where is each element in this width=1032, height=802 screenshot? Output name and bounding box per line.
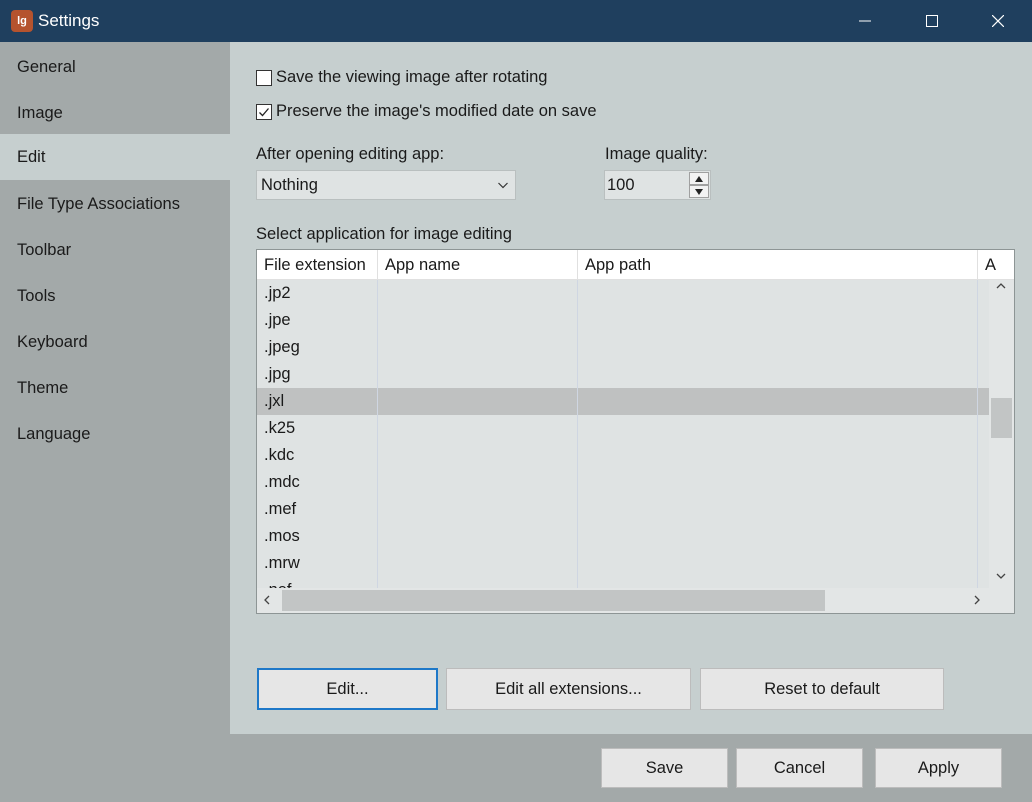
- chevron-left-icon[interactable]: [263, 595, 271, 605]
- table-row[interactable]: .jpe: [257, 307, 989, 334]
- file-extension-cell: .mos: [264, 527, 300, 545]
- edit-all-extensions-button[interactable]: Edit all extensions...: [446, 668, 691, 710]
- sidebar-item-tools[interactable]: Tools: [0, 273, 230, 319]
- table-row[interactable]: .mos: [257, 523, 989, 550]
- horizontal-scrollbar[interactable]: [257, 588, 1014, 613]
- apply-button[interactable]: Apply: [875, 748, 1002, 788]
- title-bar: lg Settings: [0, 0, 1032, 42]
- select-app-label: Select application for image editing: [256, 225, 512, 243]
- after-opening-label: After opening editing app:: [256, 145, 445, 163]
- sidebar-item-label: Toolbar: [17, 240, 72, 259]
- sidebar-item-file-type-associations[interactable]: File Type Associations: [0, 181, 230, 227]
- file-extension-cell: .kdc: [264, 446, 295, 464]
- sidebar-item-label: Image: [17, 103, 63, 122]
- increment-button[interactable]: [689, 172, 709, 185]
- after-opening-select[interactable]: Nothing: [256, 170, 516, 200]
- editing-apps-table: File extension App name App path A .jp2.…: [256, 249, 1015, 614]
- after-opening-value: Nothing: [261, 175, 318, 194]
- column-divider: [577, 280, 578, 588]
- file-extension-cell: .k25: [264, 419, 296, 437]
- chevron-down-icon: [498, 182, 508, 189]
- chevron-right-icon[interactable]: [973, 595, 981, 605]
- sidebar: General Image Edit File Type Association…: [0, 42, 230, 802]
- file-extension-cell: .mdc: [264, 473, 300, 491]
- vertical-scrollbar[interactable]: [989, 280, 1014, 588]
- table-row[interactable]: .kdc: [257, 442, 989, 469]
- save-button[interactable]: Save: [601, 748, 728, 788]
- close-button[interactable]: [965, 0, 1031, 42]
- preserve-modified-date-checkbox[interactable]: [256, 103, 272, 120]
- file-extension-cell: .jpg: [264, 365, 291, 383]
- sidebar-item-edit[interactable]: Edit: [0, 134, 230, 180]
- arrow-down-icon: [695, 188, 703, 195]
- table-row[interactable]: .nef: [257, 577, 989, 588]
- table-row[interactable]: .mdc: [257, 469, 989, 496]
- horizontal-scroll-thumb[interactable]: [282, 590, 825, 611]
- sidebar-item-keyboard[interactable]: Keyboard: [0, 319, 230, 365]
- table-row[interactable]: .k25: [257, 415, 989, 442]
- file-extension-cell: .jpeg: [264, 338, 300, 356]
- table-row[interactable]: .jpeg: [257, 334, 989, 361]
- window-title: Settings: [38, 11, 100, 30]
- file-extension-cell: .jpe: [264, 311, 291, 329]
- sidebar-item-label: File Type Associations: [17, 194, 180, 213]
- minimize-button[interactable]: [832, 0, 898, 42]
- image-quality-value[interactable]: 100: [607, 176, 635, 195]
- reset-to-default-button[interactable]: Reset to default: [700, 668, 944, 710]
- checkmark-icon: [259, 107, 269, 116]
- minimize-icon: [859, 20, 871, 22]
- decrement-button[interactable]: [689, 185, 709, 198]
- file-extension-cell: .jxl: [264, 392, 285, 410]
- table-body: .jp2 .jpe .jpeg .jpg .jxl .k25 .kdc .mdc .mef .mo…: [257, 280, 989, 588]
- preserve-modified-date-label: Preserve the image's modified date on sa…: [276, 102, 597, 120]
- preserve-modified-date-option[interactable]: Preserve the image's modified date on sa…: [256, 102, 597, 121]
- app-icon-text: lg: [17, 15, 27, 27]
- save-after-rotating-label: Save the viewing image after rotating: [276, 68, 548, 86]
- footer-bar: Save Cancel Apply: [0, 734, 1032, 802]
- sidebar-item-toolbar[interactable]: Toolbar: [0, 227, 230, 273]
- close-icon: [992, 15, 1004, 27]
- sidebar-item-general[interactable]: General: [0, 44, 230, 90]
- sidebar-item-language[interactable]: Language: [0, 411, 230, 457]
- sidebar-item-label: Edit: [17, 147, 46, 166]
- vertical-scroll-thumb[interactable]: [991, 398, 1012, 438]
- table-header: File extension App name App path A: [257, 250, 1014, 280]
- chevron-down-icon[interactable]: [996, 572, 1006, 580]
- header-app-name[interactable]: App name: [378, 250, 578, 280]
- sidebar-item-label: Tools: [17, 286, 56, 305]
- sidebar-item-label: Theme: [17, 378, 69, 397]
- image-quality-stepper[interactable]: 100: [604, 170, 711, 200]
- arrow-up-icon: [695, 175, 703, 182]
- file-extension-cell: .nef: [257, 581, 377, 588]
- sidebar-item-theme[interactable]: Theme: [0, 365, 230, 411]
- column-divider: [377, 280, 378, 588]
- header-app-path[interactable]: App path: [578, 250, 978, 280]
- table-row[interactable]: .jxl: [257, 388, 989, 415]
- image-quality-label: Image quality:: [605, 145, 708, 163]
- sidebar-item-image[interactable]: Image: [0, 90, 230, 136]
- maximize-button[interactable]: [899, 0, 965, 42]
- table-row[interactable]: .mrw: [257, 550, 989, 577]
- sidebar-item-label: Language: [17, 424, 91, 443]
- sidebar-item-label: Keyboard: [17, 332, 88, 351]
- column-divider: [977, 280, 978, 588]
- chevron-up-icon[interactable]: [996, 282, 1006, 290]
- table-row[interactable]: .jpg: [257, 361, 989, 388]
- maximize-icon: [926, 15, 938, 27]
- table-row[interactable]: .jp2: [257, 280, 989, 307]
- header-file-extension[interactable]: File extension: [257, 250, 378, 280]
- cancel-button[interactable]: Cancel: [736, 748, 863, 788]
- file-extension-cell: .jp2: [264, 284, 291, 302]
- app-icon: lg: [11, 10, 33, 32]
- header-app-arguments[interactable]: A: [978, 250, 1014, 280]
- sidebar-item-label: General: [17, 57, 76, 76]
- table-row[interactable]: .mef: [257, 496, 989, 523]
- edit-settings-panel: Save the viewing image after rotating Pr…: [230, 42, 1032, 734]
- edit-button[interactable]: Edit...: [257, 668, 438, 710]
- file-extension-cell: .mrw: [264, 554, 300, 572]
- save-after-rotating-checkbox[interactable]: [256, 69, 272, 86]
- save-after-rotating-option[interactable]: Save the viewing image after rotating: [256, 68, 548, 87]
- file-extension-cell: .mef: [264, 500, 297, 518]
